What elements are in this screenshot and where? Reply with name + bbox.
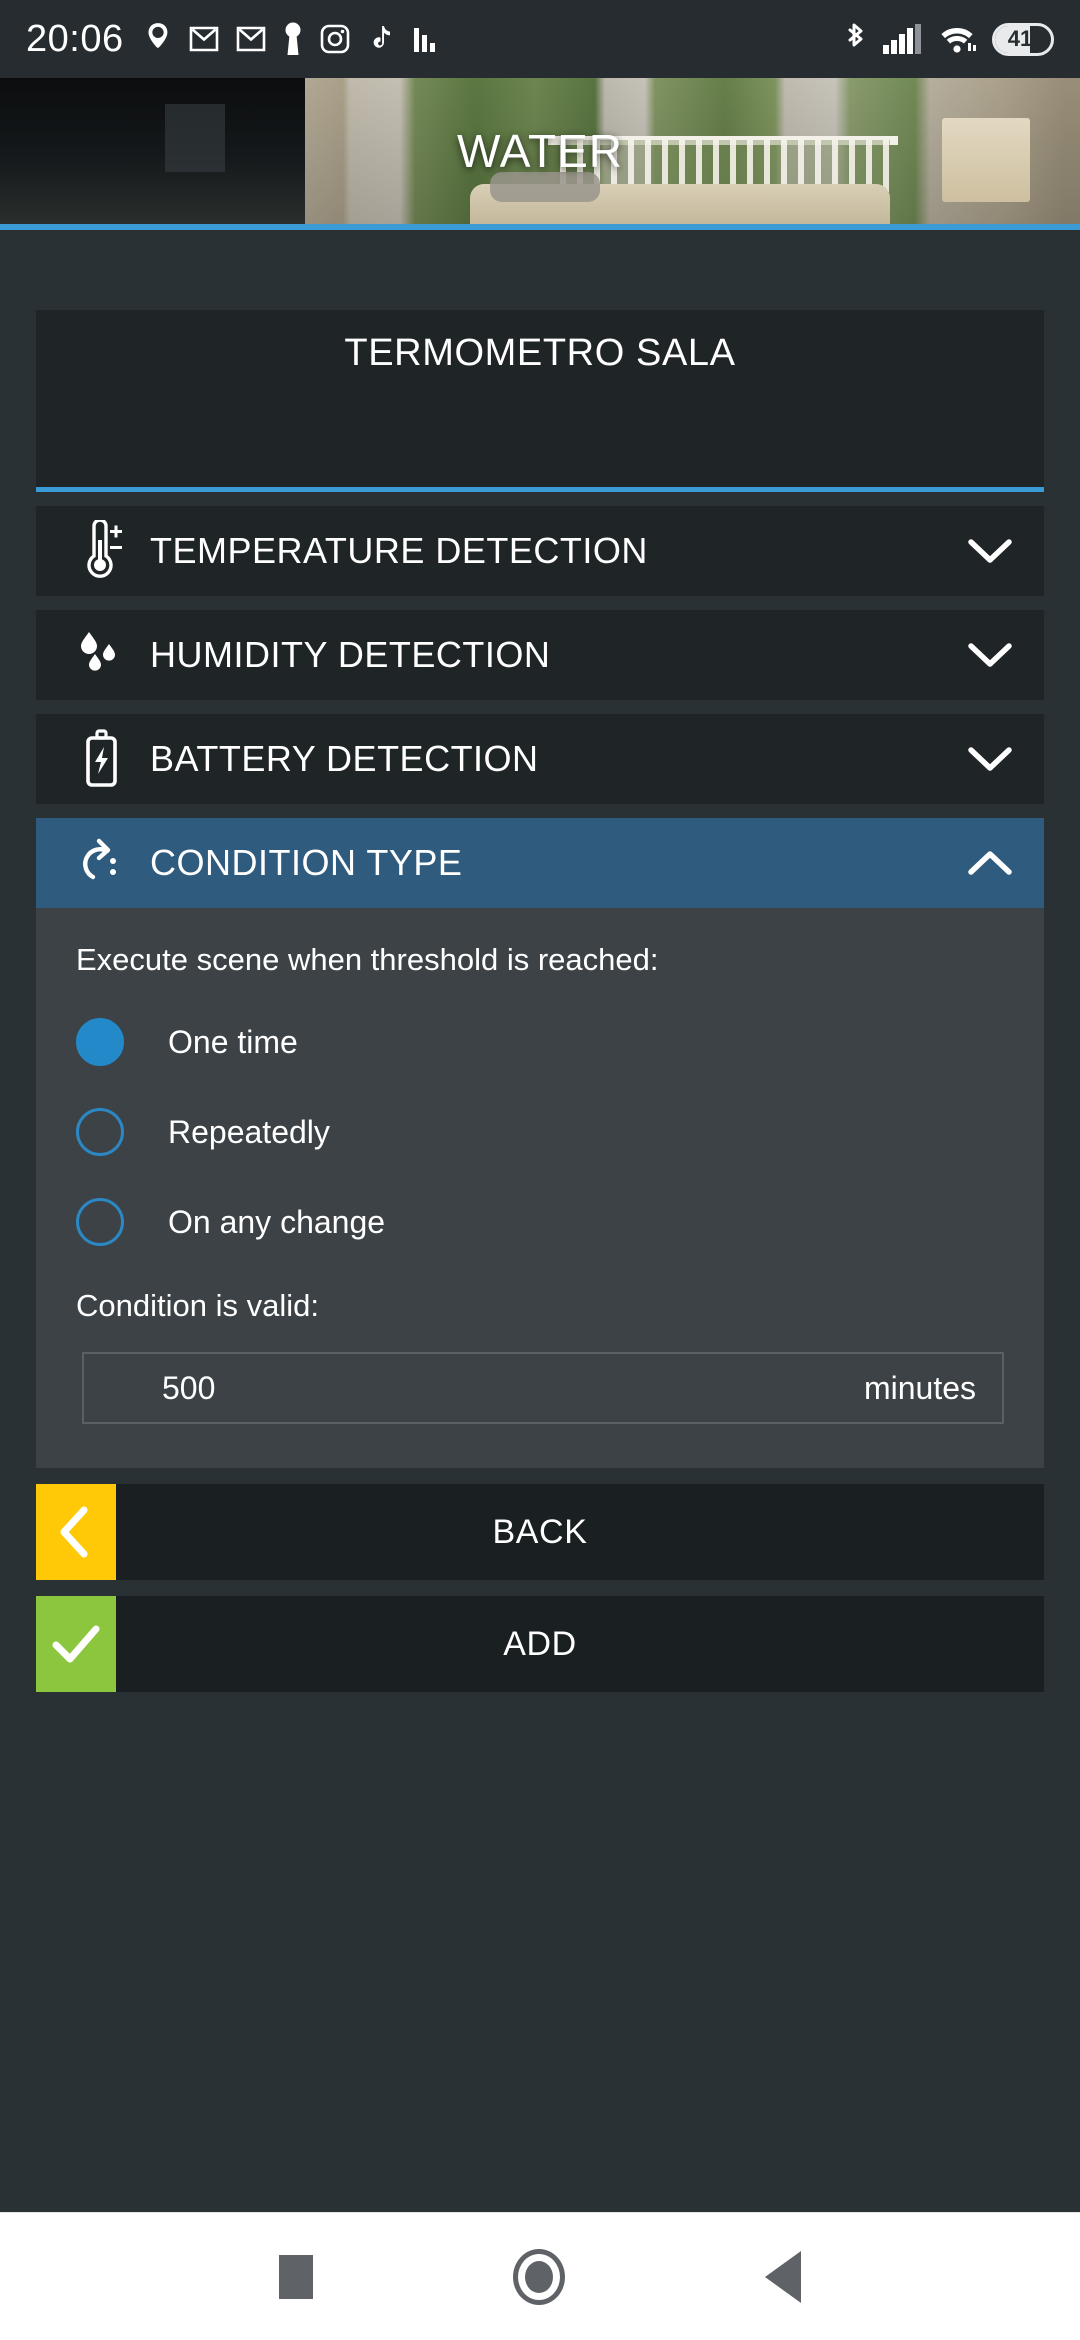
battery-icon: 41	[992, 22, 1054, 56]
chevron-down-icon[interactable]	[962, 640, 1018, 670]
duration-input[interactable]: 500 minutes	[82, 1352, 1004, 1424]
condition-valid-label: Condition is valid:	[76, 1288, 319, 1323]
duration-value[interactable]: 500	[110, 1370, 864, 1407]
android-navigation-bar	[0, 2212, 1080, 2340]
chevron-up-icon[interactable]	[962, 848, 1018, 878]
radio-option-on-any-change[interactable]: On any change	[76, 1198, 1004, 1246]
room-header: WATER	[0, 78, 1080, 230]
status-bar: 20:06 41	[0, 0, 1080, 78]
section-label: BATTERY DETECTION	[150, 738, 539, 779]
section-battery-detection[interactable]: BATTERY DETECTION	[36, 714, 1044, 804]
radio-option-repeatedly[interactable]: Repeatedly	[76, 1108, 1004, 1156]
home-dot	[525, 2260, 553, 2293]
section-label: CONDITION TYPE	[150, 842, 463, 883]
triangle-back-icon[interactable]	[765, 2250, 801, 2303]
gmail-icon	[189, 26, 218, 52]
radio-option-one-time[interactable]: One time	[76, 1018, 1004, 1066]
add-button[interactable]: ADD	[36, 1596, 1044, 1692]
wifi-icon	[941, 28, 976, 53]
section-condition-type[interactable]: CONDITION TYPE	[36, 818, 1044, 908]
battery-level: 41	[1007, 26, 1033, 51]
square-icon[interactable]	[279, 2254, 313, 2299]
radio-button[interactable]	[76, 1018, 124, 1066]
radio-button[interactable]	[76, 1198, 124, 1246]
bluetooth-icon	[848, 23, 863, 47]
status-notification-icons	[144, 22, 440, 56]
chevron-left-icon	[36, 1484, 116, 1580]
duration-unit: minutes	[863, 1369, 976, 1406]
thermometer-icon	[62, 520, 140, 582]
condition-type-panel: Execute scene when threshold is reached:…	[36, 908, 1044, 1468]
gmail-icon	[236, 26, 265, 52]
page-title: WATER	[457, 125, 623, 177]
device-name: TERMOMETRO SALA	[344, 332, 736, 374]
refresh-icon	[62, 837, 140, 889]
section-humidity-detection[interactable]: HUMIDITY DETECTION	[36, 610, 1044, 700]
instagram-icon	[320, 24, 349, 54]
status-time: 20:06	[26, 17, 124, 60]
radio-button[interactable]	[76, 1108, 124, 1156]
tiktok-icon	[373, 26, 390, 48]
radio-label: Repeatedly	[168, 1113, 330, 1150]
status-system-icons: 41	[842, 21, 1054, 57]
circle-icon[interactable]	[513, 2248, 565, 2305]
water-drops-icon	[62, 626, 140, 684]
cellular-signal-icon	[883, 24, 921, 54]
radio-label: One time	[168, 1023, 298, 1060]
main-content: TERMOMETRO SALA TEMPERATURE DETECTION HU…	[0, 310, 1080, 1692]
check-icon	[36, 1596, 116, 1692]
bar-chart-icon	[413, 28, 435, 52]
device-title-card: TERMOMETRO SALA	[36, 310, 1044, 492]
back-button[interactable]: BACK	[36, 1484, 1044, 1580]
section-label: TEMPERATURE DETECTION	[150, 530, 648, 571]
battery-bolt-icon	[62, 729, 140, 789]
section-label: HUMIDITY DETECTION	[150, 634, 551, 675]
keyhole-icon	[285, 22, 301, 55]
radio-label: On any change	[168, 1203, 386, 1240]
add-label: ADD	[503, 1624, 577, 1663]
location-icon	[148, 23, 168, 48]
section-temperature-detection[interactable]: TEMPERATURE DETECTION	[36, 506, 1044, 596]
back-label: BACK	[492, 1512, 588, 1551]
chevron-down-icon[interactable]	[962, 536, 1018, 566]
chevron-down-icon[interactable]	[962, 744, 1018, 774]
panel-prompt: Execute scene when threshold is reached:	[76, 942, 659, 977]
phone-screen: 20:06 41 WATER TERMOMETRO SALA TEMPERATU…	[0, 0, 1080, 2340]
